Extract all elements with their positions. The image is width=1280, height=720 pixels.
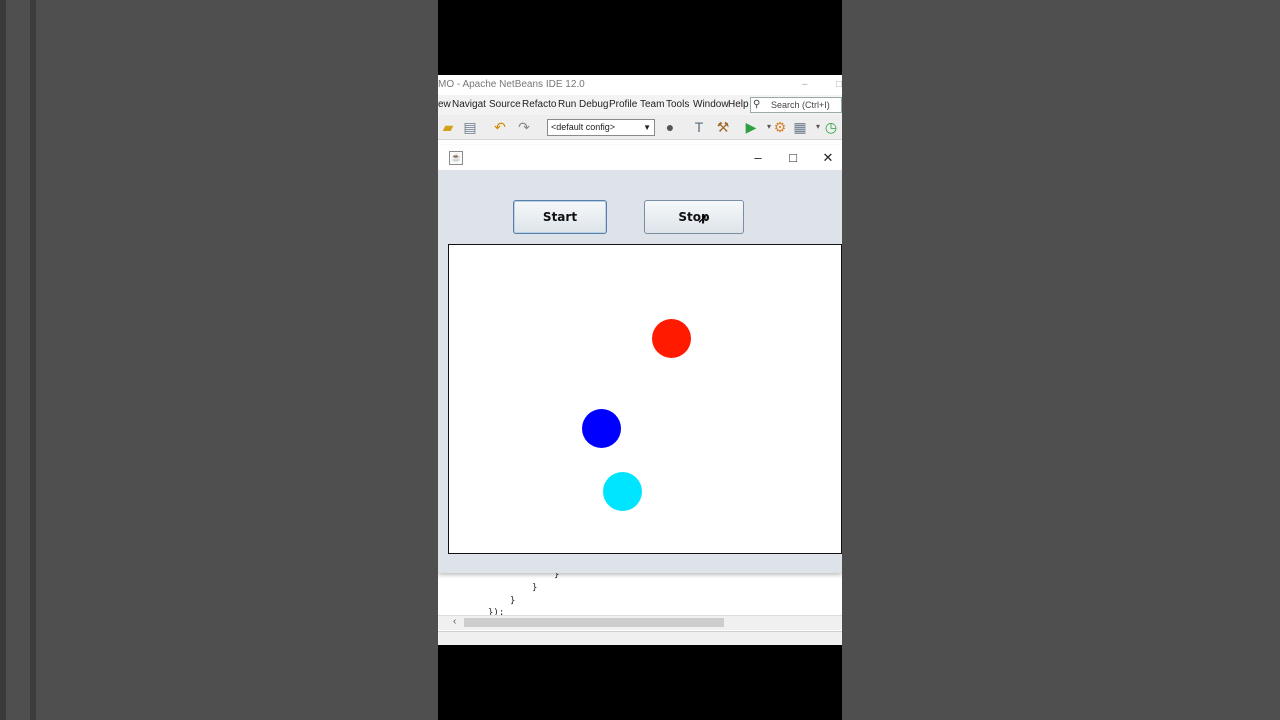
menu-view[interactable]: ew [438, 99, 451, 110]
cyan-ball [603, 472, 642, 511]
scroll-left-icon[interactable]: ‹ [453, 616, 456, 627]
search-icon: ⚲ [753, 99, 761, 110]
save-all-icon[interactable]: ▤ [461, 118, 479, 136]
menu-tools[interactable]: Tools [666, 99, 689, 110]
app-title-bar: ☕ – □ ✕ [438, 145, 842, 170]
horizontal-scrollbar[interactable]: ‹ [438, 615, 842, 630]
globe-icon[interactable]: ● [661, 118, 679, 136]
clock-icon[interactable]: ◷ [822, 118, 840, 136]
menu-refactor[interactable]: Refacto [522, 99, 556, 110]
red-ball [652, 319, 691, 358]
search-placeholder: Search (Ctrl+I) [771, 100, 830, 110]
profile-icon[interactable]: ▦ [791, 118, 809, 136]
chevron-down-icon: ▼ [643, 123, 651, 132]
menu-profile[interactable]: Profile [609, 99, 637, 110]
menu-team[interactable]: Team [640, 99, 664, 110]
right-blurred-background [842, 0, 1280, 720]
ide-search-box[interactable]: ⚲ Search (Ctrl+I) [750, 97, 842, 113]
stop-button[interactable]: Stop [644, 200, 744, 234]
close-icon[interactable]: ✕ [811, 145, 842, 170]
left-inner-strip [30, 0, 36, 720]
animation-canvas [448, 244, 842, 554]
start-button[interactable]: Start [513, 200, 607, 234]
run-icon[interactable]: ▶ [742, 118, 760, 136]
code-line: } [532, 583, 538, 593]
ide-title-text: MO - Apache NetBeans IDE 12.0 [438, 79, 585, 90]
ide-maximize-icon[interactable]: □ [836, 75, 842, 95]
maximize-icon[interactable]: □ [776, 145, 810, 170]
redo-icon[interactable]: ↷ [515, 118, 533, 136]
blue-ball [582, 409, 621, 448]
ide-minimize-icon[interactable]: – [802, 75, 808, 95]
ide-toolbar: ▰ ▤ ↶ ↷ <default config> ▼ ● T ⚒ ▶ ▾ ⚙ ▦… [438, 115, 842, 140]
left-blurred-background [0, 0, 438, 720]
ide-title-bar: MO - Apache NetBeans IDE 12.0 – □ [438, 75, 842, 95]
menu-run[interactable]: Run [558, 99, 576, 110]
clean-build-icon[interactable]: ⚒ [714, 118, 732, 136]
java-icon: ☕ [449, 151, 463, 165]
mouse-cursor-icon: ➚ [697, 211, 708, 226]
menu-navigate[interactable]: Navigat [452, 99, 486, 110]
build-hammer-icon[interactable]: T [690, 118, 708, 136]
open-project-icon[interactable]: ▰ [439, 118, 457, 136]
scrollbar-thumb[interactable] [464, 618, 724, 627]
undo-icon[interactable]: ↶ [491, 118, 509, 136]
left-edge-strip [0, 0, 6, 720]
video-frame: MO - Apache NetBeans IDE 12.0 – □ ew Nav… [438, 0, 842, 720]
ide-menu-bar: ew Navigat Source Refacto Run Debug Prof… [438, 95, 842, 115]
menu-help[interactable]: Help [728, 99, 749, 110]
code-line: } [510, 596, 516, 606]
java-app-window: ☕ – □ ✕ Start Stop ➚ [438, 145, 842, 573]
menu-source[interactable]: Source [489, 99, 521, 110]
config-value: <default config> [551, 122, 616, 132]
ide-status-bar [438, 631, 842, 645]
menu-window[interactable]: Window [693, 99, 729, 110]
debug-icon[interactable]: ⚙ [771, 118, 789, 136]
minimize-icon[interactable]: – [741, 145, 775, 170]
config-select[interactable]: <default config> ▼ [547, 119, 655, 136]
menu-debug[interactable]: Debug [579, 99, 608, 110]
